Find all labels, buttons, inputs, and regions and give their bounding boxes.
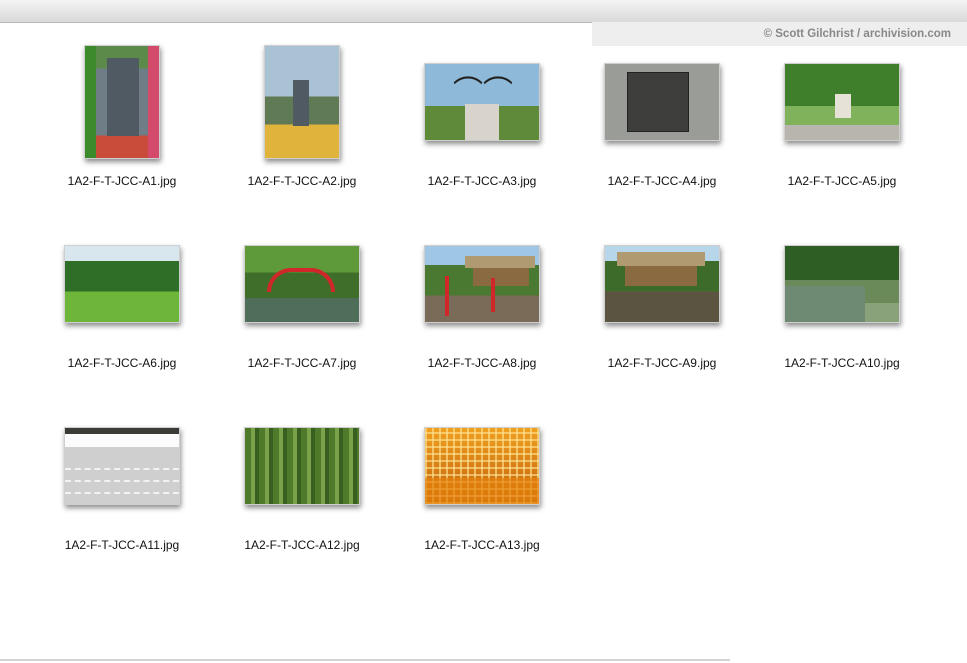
thumbnail-image[interactable] — [604, 63, 720, 141]
file-item[interactable]: 1A2-F-T-JCC-A7.jpg — [212, 214, 392, 396]
file-name-label[interactable]: 1A2-F-T-JCC-A8.jpg — [382, 356, 582, 370]
thumbnail-image[interactable] — [424, 427, 540, 505]
file-item[interactable]: 1A2-F-T-JCC-A4.jpg — [572, 32, 752, 214]
thumbnail-image[interactable] — [64, 245, 180, 323]
file-item[interactable]: 1A2-F-T-JCC-A13.jpg — [392, 396, 572, 578]
file-name-label[interactable]: 1A2-F-T-JCC-A7.jpg — [202, 356, 402, 370]
file-name-label[interactable]: 1A2-F-T-JCC-A13.jpg — [382, 538, 582, 552]
thumbnail-image[interactable] — [604, 245, 720, 323]
file-name-label[interactable]: 1A2-F-T-JCC-A6.jpg — [22, 356, 222, 370]
thumbnail-image[interactable] — [64, 427, 180, 505]
file-item[interactable]: 1A2-F-T-JCC-A9.jpg — [572, 214, 752, 396]
file-name-label[interactable]: 1A2-F-T-JCC-A12.jpg — [202, 538, 402, 552]
file-name-label[interactable]: 1A2-F-T-JCC-A10.jpg — [742, 356, 942, 370]
divider — [0, 659, 730, 661]
thumbnail-image[interactable] — [244, 245, 360, 323]
file-name-label[interactable]: 1A2-F-T-JCC-A11.jpg — [22, 538, 222, 552]
file-item[interactable]: 1A2-F-T-JCC-A11.jpg — [32, 396, 212, 578]
thumbnail-image[interactable] — [784, 63, 900, 141]
file-name-label[interactable]: 1A2-F-T-JCC-A9.jpg — [562, 356, 762, 370]
thumbnail-image[interactable] — [424, 245, 540, 323]
file-item[interactable]: 1A2-F-T-JCC-A8.jpg — [392, 214, 572, 396]
file-name-label[interactable]: 1A2-F-T-JCC-A2.jpg — [202, 174, 402, 188]
file-name-label[interactable]: 1A2-F-T-JCC-A3.jpg — [382, 174, 582, 188]
file-item[interactable]: 1A2-F-T-JCC-A2.jpg — [212, 32, 392, 214]
file-name-label[interactable]: 1A2-F-T-JCC-A1.jpg — [22, 174, 222, 188]
thumbnail-image[interactable] — [264, 45, 340, 159]
file-name-label[interactable]: 1A2-F-T-JCC-A5.jpg — [742, 174, 942, 188]
thumbnail-image[interactable] — [244, 427, 360, 505]
thumbnail-image[interactable] — [784, 245, 900, 323]
file-item[interactable]: 1A2-F-T-JCC-A5.jpg — [752, 32, 932, 214]
file-item[interactable]: 1A2-F-T-JCC-A10.jpg — [752, 214, 932, 396]
thumbnail-grid: 1A2-F-T-JCC-A1.jpg 1A2-F-T-JCC-A2.jpg ⌒⌒… — [32, 32, 932, 578]
thumbnail-image[interactable] — [84, 45, 160, 159]
file-item[interactable]: 1A2-F-T-JCC-A12.jpg — [212, 396, 392, 578]
file-item[interactable]: ⌒⌒ 1A2-F-T-JCC-A3.jpg — [392, 32, 572, 214]
thumbnail-image[interactable]: ⌒⌒ — [424, 63, 540, 141]
file-item[interactable]: 1A2-F-T-JCC-A1.jpg — [32, 32, 212, 214]
file-name-label[interactable]: 1A2-F-T-JCC-A4.jpg — [562, 174, 762, 188]
file-item[interactable]: 1A2-F-T-JCC-A6.jpg — [32, 214, 212, 396]
window-title-bar — [0, 0, 967, 23]
